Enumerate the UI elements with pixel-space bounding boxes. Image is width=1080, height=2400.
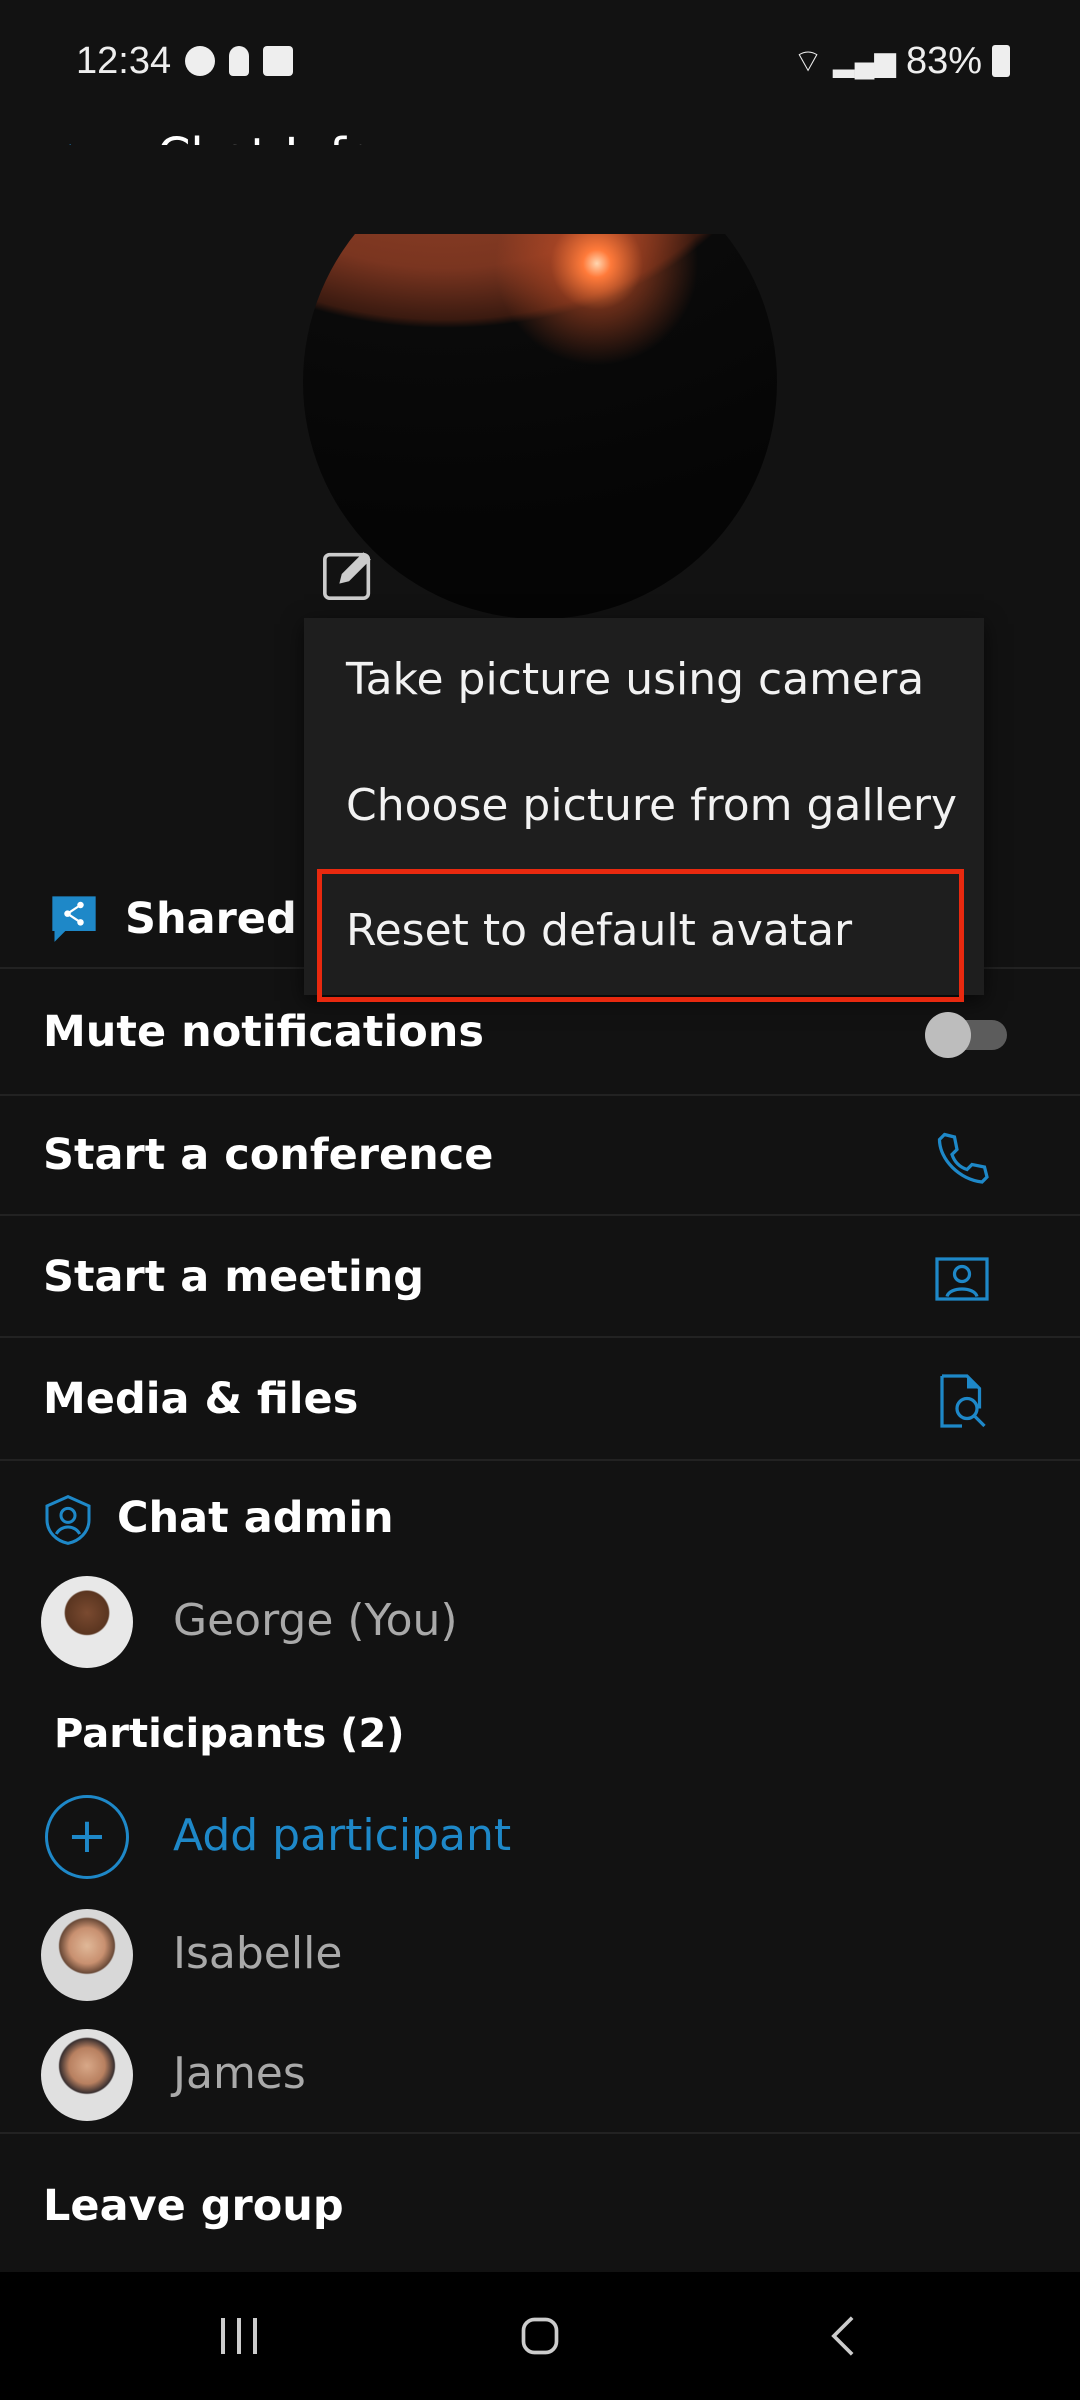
highlight-box	[317, 869, 964, 1002]
participant-name[interactable]: Isabelle	[173, 1928, 342, 1979]
battery-charging-icon	[992, 45, 1010, 77]
bulb-icon	[229, 46, 250, 76]
home-icon[interactable]	[518, 2314, 562, 2358]
divider	[0, 1214, 1080, 1216]
add-participant-label: Add participant	[173, 1810, 512, 1861]
avatar	[41, 2029, 133, 2121]
back-nav-icon[interactable]	[826, 2314, 860, 2358]
phone-icon[interactable]	[932, 1127, 992, 1187]
add-participant-button[interactable]: + Add participant	[0, 1790, 600, 1886]
divider	[0, 2132, 1080, 2134]
mute-toggle[interactable]	[925, 1012, 1009, 1058]
avatar	[41, 1576, 133, 1668]
wifi-icon: ⌔	[792, 43, 824, 79]
header-background	[0, 145, 1080, 234]
chat-admin-heading: Chat admin	[117, 1493, 394, 1543]
shield-icon	[45, 1495, 91, 1545]
divider	[0, 1459, 1080, 1461]
media-label[interactable]: Media & files	[43, 1374, 358, 1424]
g-icon	[185, 46, 216, 76]
participant-name[interactable]: James	[173, 2048, 306, 2099]
recent-apps-icon[interactable]	[215, 2314, 263, 2358]
avatar	[41, 1909, 133, 2001]
clock: 12:34	[76, 39, 172, 82]
conference-label[interactable]: Start a conference	[43, 1130, 493, 1180]
admin-name[interactable]: George (You)	[173, 1595, 458, 1646]
menu-item-take-picture[interactable]: Take picture using camera	[346, 654, 924, 705]
battery-text: 83%	[905, 39, 982, 82]
menu-item-choose-gallery[interactable]: Choose picture from gallery	[346, 780, 957, 831]
mute-label: Mute notifications	[43, 1007, 484, 1057]
plus-icon: +	[45, 1795, 129, 1879]
participants-heading: Participants (2)	[54, 1711, 405, 1757]
divider	[0, 1094, 1080, 1096]
meeting-label[interactable]: Start a meeting	[43, 1252, 424, 1302]
navigation-bar	[0, 2272, 1080, 2400]
divider	[0, 1336, 1080, 1338]
edit-avatar-icon[interactable]	[320, 545, 378, 603]
leave-group-button[interactable]: Leave group	[43, 2181, 344, 2231]
signal-icon: ▂▄▆	[833, 45, 896, 77]
gallery-icon	[263, 46, 294, 76]
share-icon	[52, 896, 96, 942]
file-search-icon[interactable]	[932, 1371, 992, 1431]
status-bar: 12:34 ⌔ ▂▄▆ 83%	[76, 36, 1010, 86]
meeting-icon[interactable]	[932, 1249, 992, 1309]
